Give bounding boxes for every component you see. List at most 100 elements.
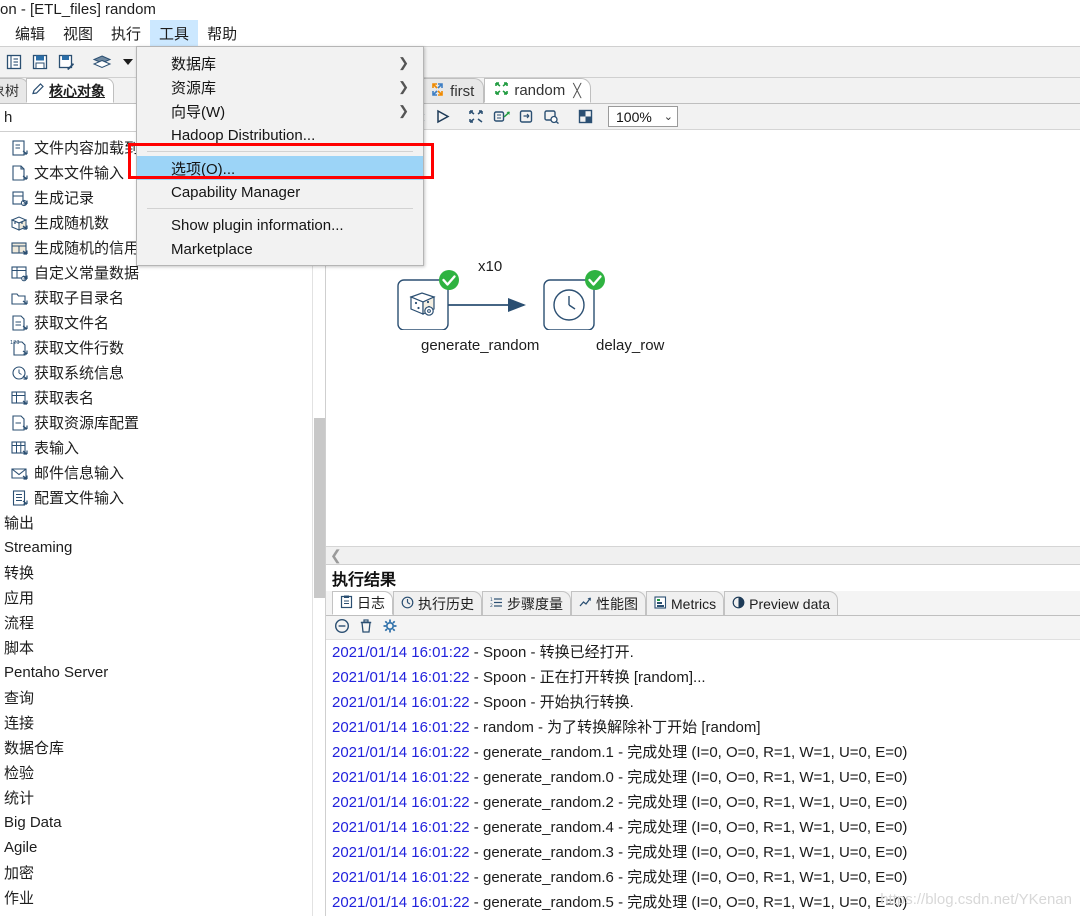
execution-results-panel: 执行结果 日志 执行历史 12 步骤度量 性能图 Metrics Preview… xyxy=(326,564,1080,916)
tab-label: Metrics xyxy=(671,595,717,612)
menu-edit[interactable]: 编辑 xyxy=(6,20,54,46)
close-icon[interactable]: ╳ xyxy=(573,83,581,99)
tab-metrics[interactable]: Metrics xyxy=(646,591,725,615)
log-output[interactable]: 2021/01/14 16:01:22 - Spoon - 转换已经打开. 202… xyxy=(326,640,1080,916)
menu-bar: 编辑 视图 执行 工具 帮助 xyxy=(0,20,1080,46)
menu-item-options[interactable]: 选项(O)... xyxy=(137,156,423,180)
run-icon[interactable] xyxy=(430,106,455,128)
tree-category[interactable]: Big Data xyxy=(0,810,325,835)
save-icon[interactable] xyxy=(28,50,52,74)
log-line: 2021/01/14 16:01:22 - generate_random.6 … xyxy=(332,865,1080,890)
log-message: - generate_random.6 - 完成处理 (I=0, O=0, R=… xyxy=(469,869,908,886)
scale-to-fit-icon[interactable] xyxy=(489,106,514,128)
get-system-info-icon xyxy=(10,364,28,382)
tab-log[interactable]: 日志 xyxy=(332,591,393,615)
file-content-icon xyxy=(10,139,28,157)
clear-log-icon[interactable] xyxy=(334,618,350,637)
menu-view[interactable]: 视图 xyxy=(54,20,102,46)
tree-item-label: 转换 xyxy=(4,565,35,582)
log-timestamp: 2021/01/14 16:01:22 xyxy=(332,694,470,711)
tree-category[interactable]: 连接 xyxy=(0,710,325,735)
tree-category[interactable]: Agile xyxy=(0,835,325,860)
tab-execution-history[interactable]: 执行历史 xyxy=(393,591,482,615)
step-metrics-icon: 12 xyxy=(490,596,503,612)
tree-step-item[interactable]: 获取表名 xyxy=(0,385,325,410)
tree-item-label: 生成记录 xyxy=(34,190,95,207)
log-settings-icon[interactable] xyxy=(382,618,398,637)
menu-run[interactable]: 执行 xyxy=(102,20,150,46)
tab-preview-data[interactable]: Preview data xyxy=(724,591,839,615)
tab-random-transformation[interactable]: random ╳ xyxy=(484,78,592,103)
log-line: 2021/01/14 16:01:22 - Spoon - 开始执行转换. xyxy=(332,690,1080,715)
save-as-icon[interactable] xyxy=(54,50,78,74)
tab-first-job[interactable]: first xyxy=(420,78,485,103)
tab-label: Preview data xyxy=(749,595,831,612)
tab-label: 日志 xyxy=(357,595,385,611)
tree-category[interactable]: 脚本 xyxy=(0,635,325,660)
menu-item-repository[interactable]: 资源库 ❯ xyxy=(137,75,423,99)
tree-step-item[interactable]: 邮件信息输入 xyxy=(0,460,325,485)
tree-step-item[interactable]: 获取资源库配置 xyxy=(0,410,325,435)
tree-step-item[interactable]: 获取子目录名 xyxy=(0,285,325,310)
tab-performance-graph[interactable]: 性能图 xyxy=(571,591,646,615)
menu-help[interactable]: 帮助 xyxy=(198,20,246,46)
tree-step-item[interactable]: 表输入 xyxy=(0,435,325,460)
preview-data-icon xyxy=(732,596,745,612)
tab-object-tree[interactable]: 象树 xyxy=(0,78,28,103)
menu-tools[interactable]: 工具 xyxy=(150,20,199,46)
delete-icon[interactable] xyxy=(358,618,374,637)
tree-category[interactable]: 输出 xyxy=(0,510,325,535)
menu-item-wizard[interactable]: 向导(W) ❯ xyxy=(137,99,423,123)
property-input-icon xyxy=(10,489,28,507)
tree-item-label: 获取系统信息 xyxy=(34,365,125,382)
tab-label: 步骤度量 xyxy=(507,595,563,612)
log-timestamp: 2021/01/14 16:01:22 xyxy=(332,644,470,661)
tree-category[interactable]: 加密 xyxy=(0,860,325,885)
canvas-horizontal-scrollbar[interactable]: ❮ xyxy=(326,546,1080,564)
tree-step-item[interactable]: 123 获取文件行数 xyxy=(0,335,325,360)
tree-step-item[interactable]: 配置文件输入 xyxy=(0,485,325,510)
tab-step-metrics[interactable]: 12 步骤度量 xyxy=(482,591,571,615)
menu-item-label: Marketplace xyxy=(171,240,253,258)
layers-icon[interactable] xyxy=(90,50,114,74)
tools-dropdown-menu[interactable]: 数据库 ❯ 资源库 ❯ 向导(W) ❯ Hadoop Distribution.… xyxy=(136,46,424,266)
replay-icon[interactable] xyxy=(514,106,539,128)
step-label-delay-row: delay_row xyxy=(596,337,665,354)
log-timestamp: 2021/01/14 16:01:22 xyxy=(332,894,470,911)
tree-category[interactable]: 应用 xyxy=(0,585,325,610)
tree-step-item[interactable]: 获取文件名 xyxy=(0,310,325,335)
tree-category[interactable]: 作业 xyxy=(0,885,325,910)
scrollbar-thumb[interactable] xyxy=(314,418,325,598)
tree-category[interactable]: 查询 xyxy=(0,685,325,710)
tree-category[interactable]: Pentaho Server xyxy=(0,660,325,685)
chevron-right-icon: ❯ xyxy=(398,79,409,94)
zoom-level-combobox[interactable]: 100% ⌄ xyxy=(608,106,678,127)
execution-results-title: 执行结果 xyxy=(332,572,397,589)
zoom-inspect-icon[interactable] xyxy=(539,106,564,128)
tree-category[interactable]: 数据仓库 xyxy=(0,735,325,760)
menu-item-marketplace[interactable]: Marketplace xyxy=(137,237,423,261)
generate-random-icon xyxy=(10,214,28,232)
tree-category[interactable]: 转换 xyxy=(0,560,325,585)
menu-item-show-plugin-information[interactable]: Show plugin information... xyxy=(137,213,423,237)
menu-item-hadoop-distribution[interactable]: Hadoop Distribution... xyxy=(137,123,423,147)
log-line: 2021/01/14 16:01:22 - generate_random.0 … xyxy=(332,765,1080,790)
transformation-canvas[interactable]: x10 generate_random delay_row xyxy=(326,130,1080,546)
menu-item-database[interactable]: 数据库 ❯ xyxy=(137,51,423,75)
pencil-icon xyxy=(31,82,45,99)
tree-category[interactable]: 流程 xyxy=(0,610,325,635)
tree-category[interactable]: 统计 xyxy=(0,785,325,810)
grid-icon[interactable] xyxy=(573,106,598,128)
chevron-right-icon: ❯ xyxy=(398,103,409,118)
tree-category[interactable]: Streaming xyxy=(0,535,325,560)
log-icon xyxy=(340,595,353,612)
tree-category[interactable]: 检验 xyxy=(0,760,325,785)
log-line: 2021/01/14 16:01:22 - generate_random.5 … xyxy=(332,890,1080,915)
tab-core-objects[interactable]: 核心对象 xyxy=(26,78,114,103)
chevron-left-icon[interactable]: ❮ xyxy=(330,547,342,564)
log-message: - generate_random.4 - 完成处理 (I=0, O=0, R=… xyxy=(469,819,908,836)
stop-icon[interactable] xyxy=(464,106,489,128)
tree-step-item[interactable]: 获取系统信息 xyxy=(0,360,325,385)
menu-item-capability-manager[interactable]: Capability Manager xyxy=(137,180,423,204)
open-file-icon[interactable] xyxy=(2,50,26,74)
